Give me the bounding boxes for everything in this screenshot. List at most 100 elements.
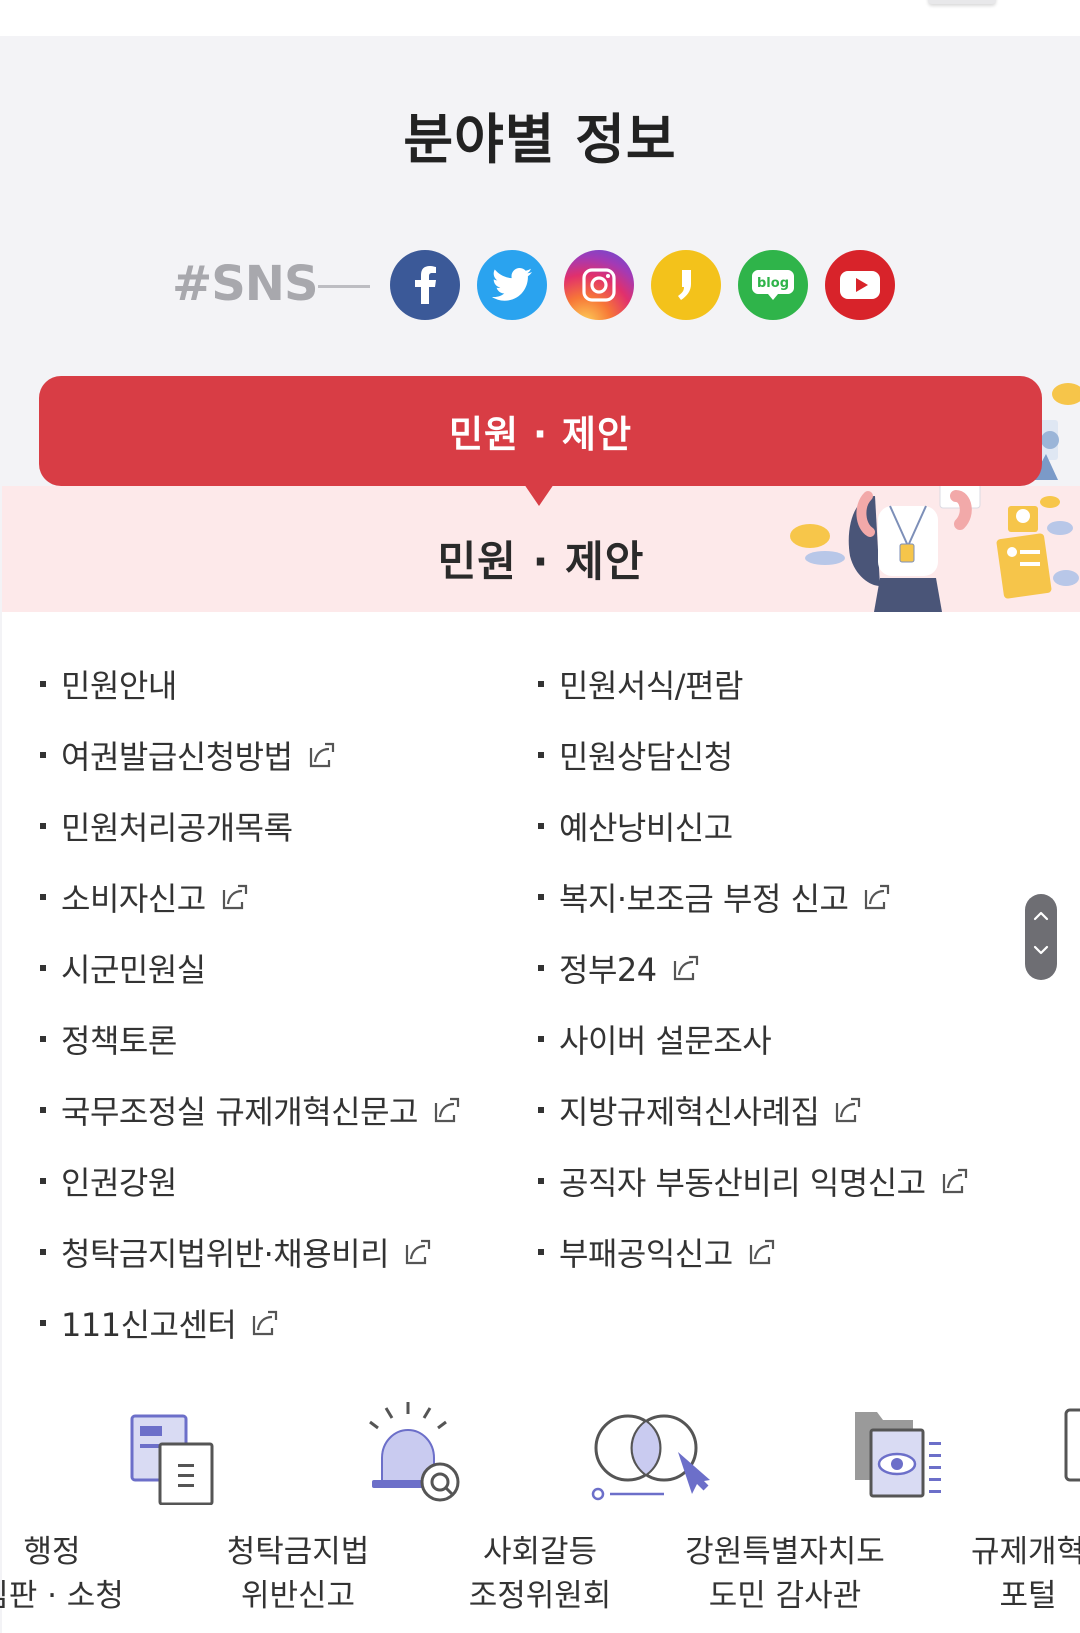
menu-item[interactable]: 소비자신고 [40, 875, 250, 919]
external-link-icon[interactable] [940, 1166, 970, 1196]
scroll-control[interactable] [1025, 894, 1057, 980]
tab-pointer [524, 484, 554, 506]
instagram-button[interactable] [564, 250, 634, 320]
facebook-button[interactable] [390, 250, 460, 320]
menu-item-label: 111신고센터 [61, 1306, 237, 1344]
civil-illustration [790, 486, 1079, 612]
external-link-icon[interactable] [250, 1308, 280, 1338]
blog-icon: blog [752, 270, 794, 300]
menu-item[interactable]: 사이버 설문조사 [538, 1017, 772, 1061]
menu-item-label: 민원상담신청 [559, 738, 733, 776]
external-link-icon[interactable] [833, 1095, 863, 1125]
quick-link-resident-auditor[interactable]: 강원특별자치도 도민 감사관 [665, 1400, 941, 1633]
sns-divider [318, 285, 370, 288]
quick-link-label: 청탁금지법 위반신고 [226, 1534, 370, 1614]
quick-link-label: 규제개혁 포털 [970, 1534, 1080, 1614]
top-bar [0, 0, 1080, 36]
menu-item[interactable]: 민원안내 [40, 662, 177, 706]
monitor-shield-icon [1064, 1408, 1080, 1482]
menu-item[interactable]: 시군민원실 [40, 946, 206, 990]
external-link-icon[interactable] [432, 1095, 462, 1125]
external-link-icon[interactable] [307, 740, 337, 770]
instagram-icon [582, 268, 616, 302]
blog-button[interactable]: blog [738, 250, 808, 320]
quick-link-anti-graft[interactable]: 청탁금지법 위반신고 [178, 1400, 460, 1633]
bullet-icon [40, 681, 46, 687]
bullet-icon [538, 894, 544, 900]
top-tab-handle[interactable] [928, 0, 996, 4]
menu-item-label: 민원안내 [61, 667, 177, 705]
page-title: 분야별 정보 [403, 108, 677, 171]
menu-item-label: 지방규제혁신사례집 [559, 1093, 820, 1131]
chevron-up-icon[interactable] [1033, 910, 1049, 922]
menu-item[interactable]: 민원서식/편람 [538, 662, 743, 706]
bullet-icon [40, 1036, 46, 1042]
bullet-icon [40, 752, 46, 758]
menu-item[interactable]: 부패공익신고 [538, 1230, 777, 1274]
external-link-icon[interactable] [747, 1237, 777, 1267]
bullet-icon [40, 894, 46, 900]
quick-link-label: 행정 심판 · 소청 [0, 1534, 124, 1614]
category-tab-label: 민원 · 제안 [449, 413, 632, 456]
external-link-icon[interactable] [862, 882, 892, 912]
external-link-icon[interactable] [403, 1237, 433, 1267]
menu-item-label: 부패공익신고 [559, 1235, 733, 1273]
quick-link-label: 강원특별자치도 도민 감사관 [685, 1534, 885, 1614]
sns-label: #SNS [172, 256, 319, 312]
kakaostory-icon [678, 270, 691, 300]
twitter-button[interactable] [477, 250, 547, 320]
bullet-icon [40, 1320, 46, 1326]
menu-item-label: 공직자 부동산비리 익명신고 [559, 1164, 926, 1202]
menu-item-label: 민원서식/편람 [559, 667, 743, 705]
menu-item-label: 예산낭비신고 [559, 809, 733, 847]
kakaostory-button[interactable] [651, 250, 721, 320]
menu-item[interactable]: 예산낭비신고 [538, 804, 733, 848]
menu-item[interactable]: 민원처리공개목록 [40, 804, 293, 848]
menu-item[interactable]: 111신고센터 [40, 1301, 280, 1345]
menu-item-label: 정부24 [559, 951, 657, 989]
quick-link-conflict-committee[interactable]: 사회갈등 조정위원회 [420, 1400, 710, 1633]
category-tab-civil[interactable]: 민원 · 제안 [39, 376, 1042, 486]
menu-item-label: 인권강원 [61, 1164, 177, 1202]
menu-item[interactable]: 국무조정실 규제개혁신문고 [40, 1088, 462, 1132]
quick-link-label: 사회갈등 조정위원회 [468, 1534, 612, 1614]
menu-item[interactable]: 청탁금지법위반·채용비리 [40, 1230, 433, 1274]
bullet-icon [40, 1178, 46, 1184]
menu-item[interactable]: 복지·보조금 부정 신고 [538, 875, 892, 919]
menu-item[interactable]: 정부24 [538, 946, 701, 990]
menu-item[interactable]: 인권강원 [40, 1159, 177, 1203]
bullet-icon [538, 1178, 544, 1184]
youtube-icon [840, 271, 880, 299]
external-link-icon[interactable] [671, 953, 701, 983]
bullet-icon [538, 1249, 544, 1255]
bullet-icon [538, 823, 544, 829]
menu-item[interactable]: 지방규제혁신사례집 [538, 1088, 863, 1132]
menu-item[interactable]: 정책토론 [40, 1017, 177, 1061]
quick-link-regulation-portal[interactable]: 규제개혁 포털 [908, 1400, 1080, 1633]
menu-item-label: 청탁금지법위반·채용비리 [61, 1235, 390, 1273]
bullet-icon [538, 1036, 544, 1042]
bullet-icon [40, 1107, 46, 1113]
youtube-button[interactable] [825, 250, 895, 320]
bullet-icon [40, 823, 46, 829]
bullet-icon [538, 965, 544, 971]
menu-item-label: 여권발급신청방법 [61, 738, 293, 776]
menu-item-label: 민원처리공개목록 [61, 809, 293, 847]
bullet-icon [538, 752, 544, 758]
menu-item[interactable]: 공직자 부동산비리 익명신고 [538, 1159, 970, 1203]
menu-item-label: 사이버 설문조사 [559, 1022, 772, 1060]
quick-link-admin-appeal[interactable]: 행정 심판 · 소청 [0, 1400, 214, 1633]
menu-item[interactable]: 여권발급신청방법 [40, 733, 337, 777]
facebook-icon [415, 266, 436, 304]
menu-item[interactable]: 민원상담신청 [538, 733, 733, 777]
bullet-icon [538, 1107, 544, 1113]
chevron-down-icon[interactable] [1033, 944, 1049, 956]
bullet-icon [40, 965, 46, 971]
menu-item-label: 시군민원실 [61, 951, 206, 989]
bullet-icon [40, 1249, 46, 1255]
sns-row: #SNS blog [0, 250, 1080, 320]
bullet-icon [538, 681, 544, 687]
menu-item-label: 복지·보조금 부정 신고 [559, 880, 849, 918]
external-link-icon[interactable] [220, 882, 250, 912]
menu-item-label: 국무조정실 규제개혁신문고 [61, 1093, 418, 1131]
